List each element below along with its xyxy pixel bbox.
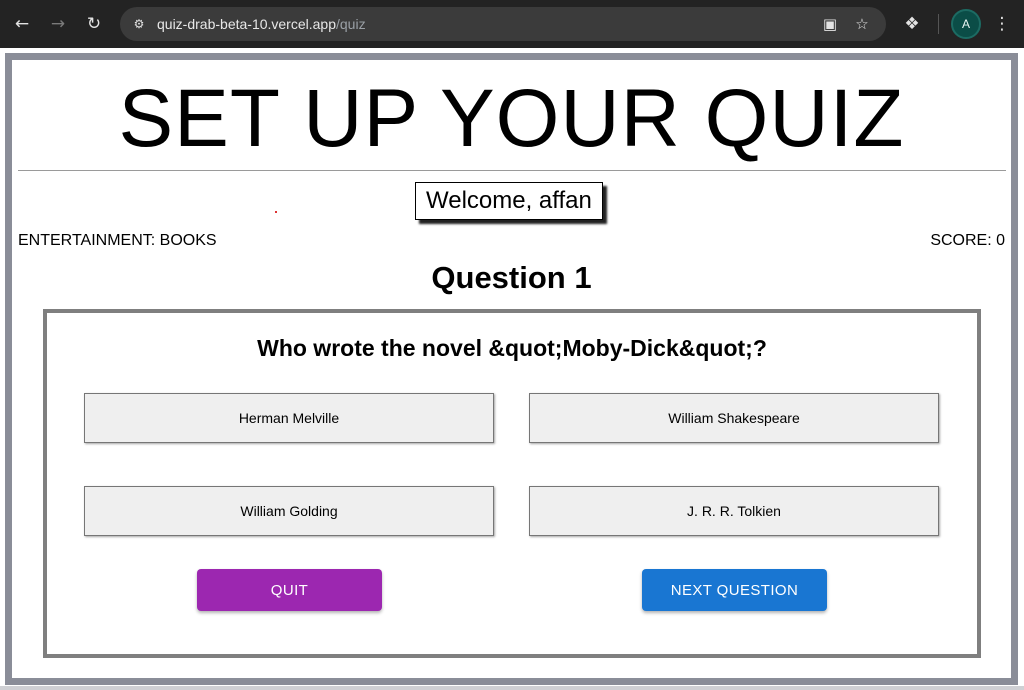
category-label: ENTERTAINMENT: BOOKS [18,232,217,249]
toolbar-divider [938,14,939,34]
welcome-badge: Welcome, affan [415,182,603,220]
answer-button-2[interactable]: William Shakespeare [529,393,939,443]
browser-toolbar: ← → ↻ ⚙ quiz-drab-beta-10.vercel.app/qui… [0,0,1024,48]
answer-button-4[interactable]: J. R. R. Tolkien [529,486,939,536]
url-path: /quiz [336,16,366,32]
score-label: SCORE: 0 [930,232,1005,249]
decorative-dot [275,211,277,213]
url-host: quiz-drab-beta-10.vercel.app [157,16,336,32]
next-question-button[interactable]: NEXT QUESTION [642,569,827,611]
site-info-icon[interactable]: ⚙ [130,15,148,33]
bookmark-star-icon[interactable]: ☆ [852,14,872,34]
address-bar[interactable]: ⚙ quiz-drab-beta-10.vercel.app/quiz ▣ ☆ [120,7,886,41]
reload-icon[interactable]: ↻ [80,10,108,38]
question-text: Who wrote the novel &quot;Moby-Dick&quot… [257,335,767,361]
extensions-icon[interactable]: ❖ [898,10,926,38]
page-title: SET UP YOUR QUIZ [118,73,905,164]
forward-icon[interactable]: → [44,10,72,38]
bottom-strip [0,686,1024,690]
answer-button-1[interactable]: Herman Melville [84,393,494,443]
title-divider [18,170,1006,171]
question-number: Question 1 [431,260,592,295]
install-app-icon[interactable]: ▣ [820,14,840,34]
menu-kebab-icon[interactable]: ⋮ [988,10,1016,38]
page-viewport: SET UP YOUR QUIZ Welcome, affan ENTERTAI… [0,48,1024,690]
back-icon[interactable]: ← [8,10,36,38]
quit-button[interactable]: QUIT [197,569,382,611]
url-text[interactable]: quiz-drab-beta-10.vercel.app/quiz [157,16,366,32]
question-card: Who wrote the novel &quot;Moby-Dick&quot… [43,309,981,658]
quiz-frame: SET UP YOUR QUIZ Welcome, affan ENTERTAI… [5,53,1018,685]
answer-button-3[interactable]: William Golding [84,486,494,536]
profile-avatar[interactable]: A [951,9,981,39]
